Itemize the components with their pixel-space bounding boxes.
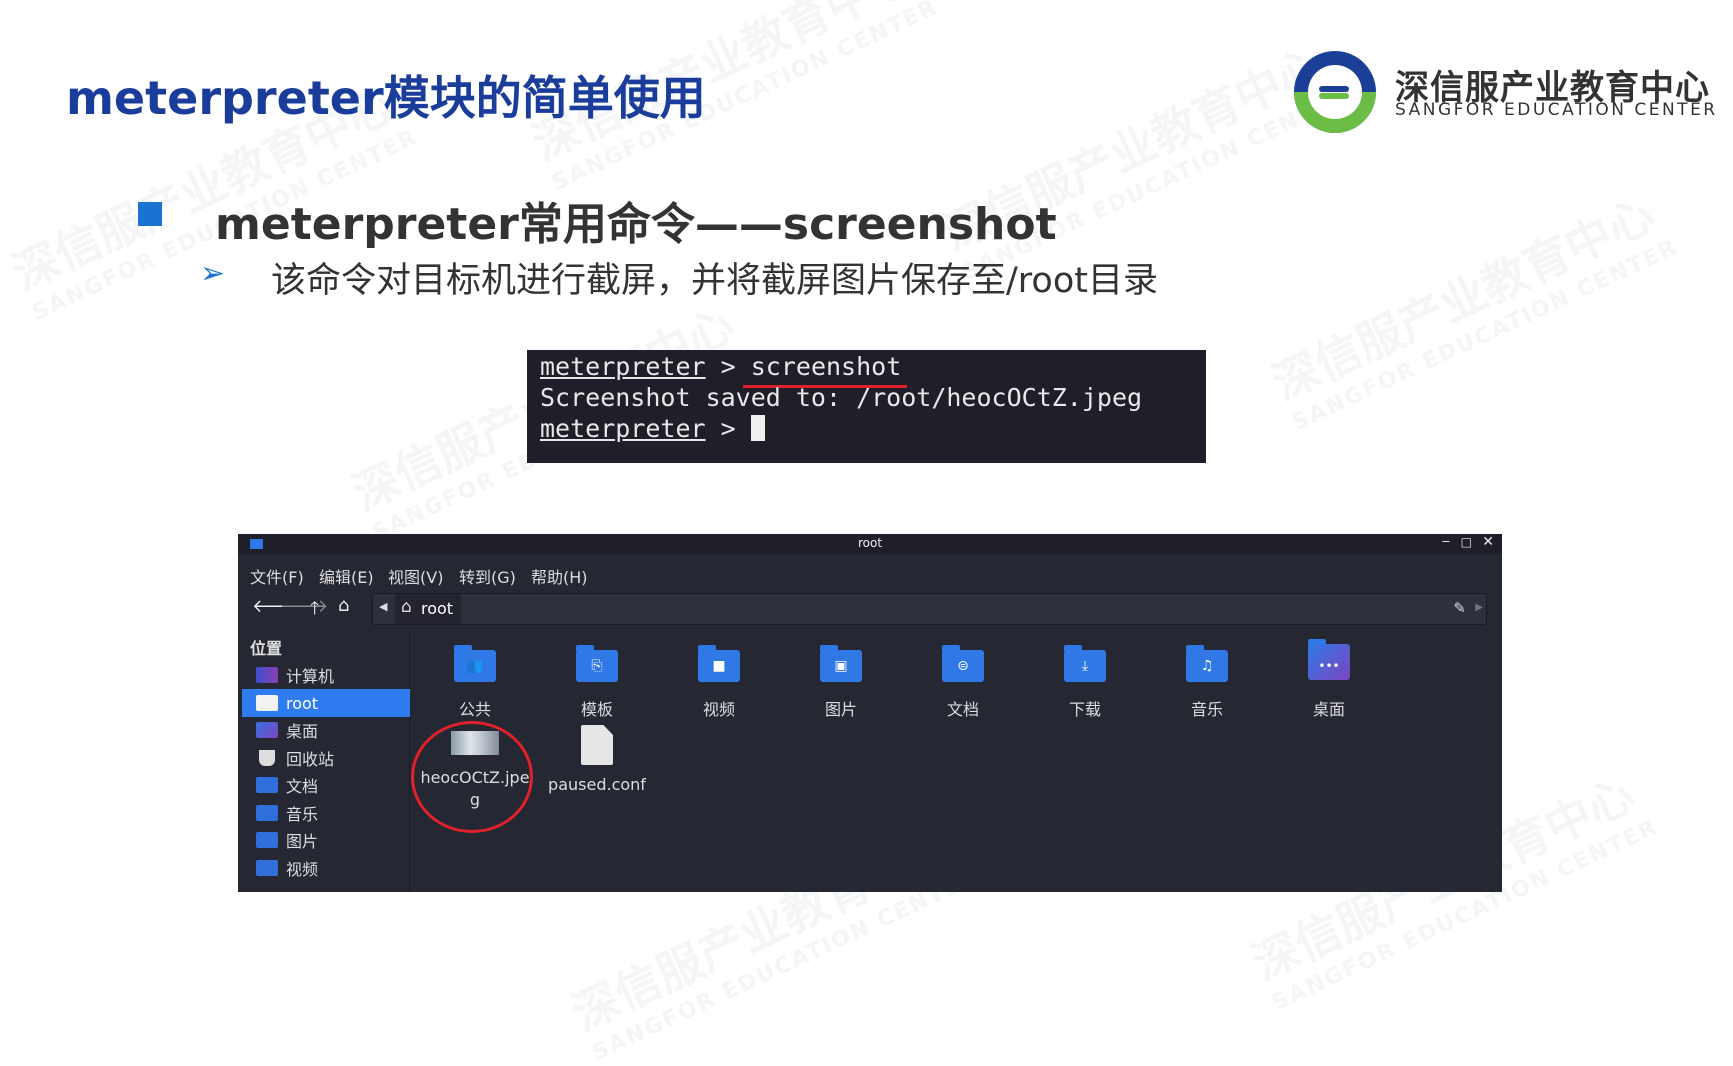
sidebar-item-label: 计算机: [286, 667, 335, 686]
folder-downloads[interactable]: ⤓ 下载: [1024, 645, 1146, 720]
pictures-folder-icon: [256, 832, 278, 848]
menu-view[interactable]: 视图(V): [388, 564, 443, 588]
section-heading: meterpreter常用命令——screenshot: [215, 199, 1057, 250]
item-label: 音乐: [1190, 700, 1223, 719]
path-right-arrow-icon[interactable]: ▶: [1475, 602, 1483, 613]
item-label: 公共: [458, 700, 491, 719]
bullet-square-icon: [138, 202, 162, 226]
computer-icon: [256, 667, 278, 683]
window-title: root: [857, 536, 883, 550]
terminal: meterpreter > screenshot Screenshot save…: [527, 350, 1206, 463]
path-segment-root[interactable]: root: [421, 599, 453, 618]
sidebar-item-label: 音乐: [286, 805, 319, 824]
maximize-button[interactable]: □: [1461, 535, 1472, 549]
command: screenshot: [750, 352, 902, 381]
trash-icon: [259, 750, 275, 766]
menu-file[interactable]: 文件(F): [250, 564, 304, 588]
sidebar-item-videos[interactable]: 视频: [242, 854, 410, 882]
sidebar-item-label: 文档: [286, 777, 319, 796]
forward-icon[interactable]: 🡒: [280, 596, 328, 617]
folder-music[interactable]: ♫ 音乐: [1146, 645, 1268, 720]
people-folder-icon: 👥: [454, 645, 496, 682]
home-icon: ⌂: [401, 597, 412, 617]
sidebar-item-documents[interactable]: 文档: [242, 771, 410, 799]
sidebar-heading: 位置: [250, 639, 283, 658]
download-folder-icon: ⤓: [1064, 645, 1106, 682]
description-text: 该命令对目标机进行截屏，并将截屏图片保存至/root目录: [271, 261, 1158, 301]
sidebar-item-trash[interactable]: 回收站: [242, 744, 410, 772]
edit-path-icon[interactable]: ✎: [1453, 599, 1466, 617]
folder-desktop[interactable]: ••• 桌面: [1268, 639, 1390, 720]
item-label: 下载: [1068, 700, 1101, 719]
output-line: Screenshot saved to: /root/heocOCtZ.jpeg: [540, 383, 1143, 412]
arrow-bullet-icon: ➢: [200, 256, 226, 291]
prompt-sep: >: [705, 352, 751, 381]
text-file-icon: [581, 725, 613, 765]
item-label: 文档: [946, 700, 979, 719]
sidebar-item-music[interactable]: 音乐: [242, 799, 410, 827]
item-label: 桌面: [1312, 700, 1345, 719]
path-left-arrow-icon[interactable]: ◀: [379, 600, 387, 613]
sidebar-item-computer[interactable]: 计算机: [242, 661, 410, 689]
path-bar[interactable]: ◀ ⌂ root ✎ ▶: [372, 593, 1487, 625]
sidebar-item-label: 图片: [286, 832, 319, 851]
prompt-sep: >: [705, 414, 751, 443]
menu-edit[interactable]: 编辑(E): [319, 564, 374, 588]
desktop-icon: •••: [1308, 639, 1350, 680]
sidebar-item-desktop[interactable]: 桌面: [242, 716, 410, 744]
red-circle-annotation: [411, 721, 533, 833]
up-icon[interactable]: 🡑: [310, 596, 319, 626]
logo-name-en: SANGFOR EDUCATION CENTER: [1395, 100, 1718, 120]
prompt: meterpreter: [540, 414, 706, 443]
template-folder-icon: ⎘: [576, 645, 618, 682]
music-folder-icon: [256, 805, 278, 821]
sidebar-item-label: 回收站: [286, 750, 335, 769]
folder-pictures[interactable]: ▣ 图片: [780, 645, 902, 720]
sangfor-logo-icon: [1294, 51, 1376, 133]
sidebar-item-label: 桌面: [286, 722, 319, 741]
prompt: meterpreter: [540, 352, 706, 381]
file-manager-window: root ‒ □ ✕ 文件(F) 编辑(E) 视图(V) 转到(G) 帮助(H)…: [238, 534, 1502, 892]
file-paused-conf[interactable]: paused.conf: [536, 725, 658, 794]
music-folder-icon: ♫: [1186, 645, 1228, 682]
slide-title: meterpreter模块的简单使用: [66, 71, 706, 125]
folder-videos[interactable]: ■ 视频: [658, 645, 780, 720]
desktop-icon: [256, 722, 278, 738]
folder-documents[interactable]: ⊜ 文档: [902, 645, 1024, 720]
title-bar: root ‒ □ ✕: [238, 534, 1502, 554]
sidebar-item-label: root: [286, 693, 319, 713]
sidebar: 位置 计算机 root 桌面 回收站 文档 音乐 图片 视频: [238, 630, 410, 892]
item-label: 模板: [580, 700, 613, 719]
sidebar-item-root[interactable]: root: [242, 689, 410, 717]
documents-folder-icon: [256, 777, 278, 793]
document-folder-icon: ⊜: [942, 645, 984, 682]
folder-public[interactable]: 👥 公共: [414, 645, 536, 720]
sidebar-item-label: 视频: [286, 860, 319, 879]
home-icon[interactable]: ⌂: [338, 595, 349, 616]
item-label: paused.conf: [548, 775, 646, 794]
folder-templates[interactable]: ⎘ 模板: [536, 645, 658, 720]
minimize-button[interactable]: ‒: [1442, 534, 1450, 549]
menu-help[interactable]: 帮助(H): [531, 564, 588, 588]
menu-go[interactable]: 转到(G): [459, 564, 516, 588]
cursor: [750, 415, 765, 441]
videos-folder-icon: [256, 860, 278, 876]
sidebar-item-pictures[interactable]: 图片: [242, 826, 410, 854]
item-label: 图片: [824, 700, 857, 719]
home-folder-icon: [256, 695, 278, 711]
video-folder-icon: ■: [698, 645, 740, 682]
close-button[interactable]: ✕: [1482, 534, 1494, 550]
item-label: 视频: [702, 700, 735, 719]
image-folder-icon: ▣: [820, 645, 862, 682]
